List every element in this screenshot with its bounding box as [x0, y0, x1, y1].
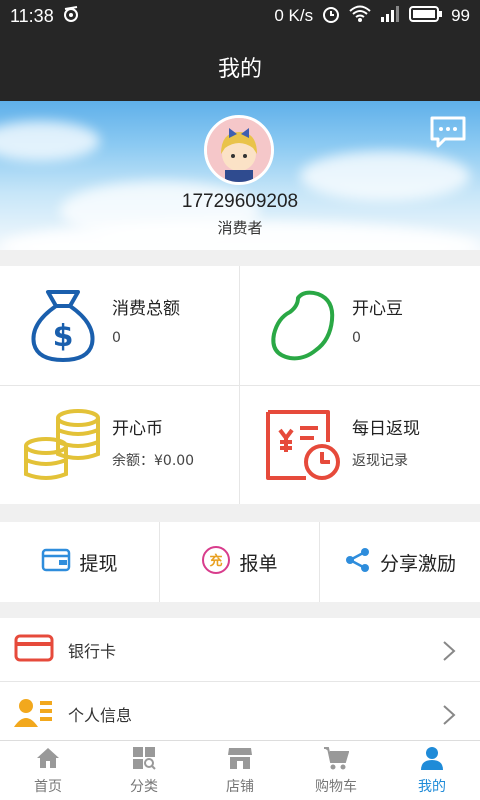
- withdraw-button[interactable]: 提现: [0, 522, 160, 602]
- bean-icon: [260, 284, 346, 366]
- stat-value: 余额：¥0.00: [112, 453, 195, 469]
- stat-title: 每日返现: [352, 419, 420, 439]
- nav-label: 店铺: [226, 778, 254, 795]
- stat-total-spend[interactable]: $ 消费总额 0: [0, 266, 240, 385]
- money-bag-icon: $: [20, 284, 106, 366]
- bottom-nav: 首页 分类 店铺 购物车 我的: [0, 740, 480, 800]
- nav-label: 我的: [418, 778, 446, 795]
- nav-label: 首页: [34, 778, 62, 795]
- nav-label: 购物车: [315, 778, 357, 795]
- app-notification-icon: [62, 5, 80, 28]
- list-item-bank-card[interactable]: 银行卡: [0, 618, 480, 682]
- alarm-icon: [321, 4, 341, 29]
- nav-home[interactable]: 首页: [0, 741, 96, 800]
- cashback-icon: [260, 404, 346, 486]
- status-bar: 11:38 0 K/s 99: [0, 0, 480, 32]
- message-icon[interactable]: [429, 115, 467, 149]
- nav-mine[interactable]: 我的: [384, 741, 480, 800]
- stat-daily-cashback[interactable]: 每日返现 返现记录: [240, 386, 480, 505]
- coins-icon: [20, 404, 106, 486]
- chevron-right-icon: [442, 704, 456, 730]
- nav-cart[interactable]: 购物车: [288, 741, 384, 800]
- stat-happy-beans[interactable]: 开心豆 0: [240, 266, 480, 385]
- page-title: 我的: [217, 56, 262, 82]
- category-icon: [131, 746, 157, 776]
- battery-icon: [409, 5, 443, 28]
- avatar[interactable]: [204, 115, 274, 185]
- list-item-label: 银行卡: [68, 641, 117, 661]
- action-label: 报单: [239, 552, 278, 575]
- stat-title: 开心豆: [352, 299, 403, 319]
- chevron-right-icon: [442, 640, 456, 666]
- profile-header: 17729609208 消费者: [0, 101, 480, 250]
- bank-card-icon: [14, 633, 54, 667]
- list-item-personal-info[interactable]: 个人信息: [0, 682, 480, 746]
- stat-title: 消费总额: [112, 299, 180, 319]
- action-label: 分享激励: [379, 552, 456, 575]
- report-order-button[interactable]: 充 报单: [160, 522, 320, 602]
- stat-value: 返现记录: [352, 453, 408, 469]
- actions-row: 提现 充 报单 分享激励: [0, 522, 480, 602]
- personal-info-icon: [14, 697, 54, 731]
- cell-signal-icon: [379, 5, 401, 28]
- recharge-icon: 充: [201, 545, 231, 580]
- list-item-label: 个人信息: [68, 705, 133, 725]
- settings-list: 银行卡 个人信息: [0, 618, 480, 746]
- share-reward-button[interactable]: 分享激励: [320, 522, 480, 602]
- cloud-decoration: [0, 121, 100, 161]
- store-icon: [227, 746, 253, 776]
- nav-category[interactable]: 分类: [96, 741, 192, 800]
- action-label: 提现: [79, 552, 118, 575]
- battery-level: 99: [451, 6, 470, 25]
- stat-happy-coins[interactable]: 开心币 余额：¥0.00: [0, 386, 240, 505]
- stat-value: 0: [112, 330, 121, 346]
- wallet-icon: [41, 547, 71, 578]
- user-icon: [419, 746, 445, 776]
- nav-store[interactable]: 店铺: [192, 741, 288, 800]
- stats-grid: $ 消费总额 0 开心豆 0 开心币 余额：¥0.00 每日返现 返现记录: [0, 266, 480, 504]
- user-phone: 17729609208: [181, 191, 299, 212]
- nav-label: 分类: [130, 778, 158, 795]
- svg-text:充: 充: [210, 553, 223, 569]
- home-icon: [35, 746, 61, 776]
- share-icon: [344, 546, 372, 579]
- network-speed: 0 K/s: [274, 6, 314, 25]
- title-bar: 我的: [0, 32, 480, 101]
- cart-icon: [323, 746, 350, 776]
- user-role: 消费者: [217, 219, 263, 237]
- wifi-icon: [349, 5, 371, 28]
- divider: [0, 385, 480, 386]
- svg-text:$: $: [53, 319, 74, 354]
- stat-value: 0: [352, 330, 361, 346]
- stat-title: 开心币: [112, 419, 163, 439]
- status-time: 11:38: [10, 5, 54, 26]
